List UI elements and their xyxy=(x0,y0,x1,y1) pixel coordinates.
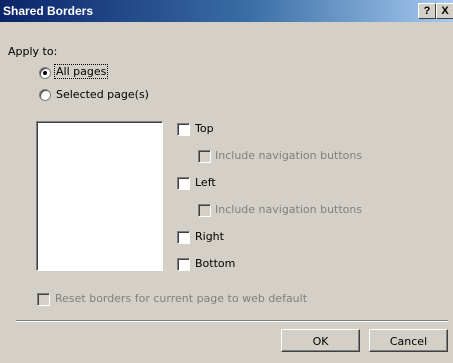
all-pages-text: All pages xyxy=(56,65,107,78)
title-bar[interactable]: Shared Borders ? X xyxy=(0,0,453,22)
reset-borders-checkbox[interactable] xyxy=(37,293,50,306)
border-preview xyxy=(36,121,163,271)
radio-selected-dot xyxy=(43,71,47,75)
top-label[interactable]: Top xyxy=(195,122,214,135)
ok-button[interactable]: OK xyxy=(281,329,360,352)
help-button[interactable]: ? xyxy=(418,3,436,19)
dialog-body: Apply to: All pages Selected page(s) Top… xyxy=(0,22,453,363)
top-nav-label[interactable]: Include navigation buttons xyxy=(215,149,362,162)
bottom-checkbox[interactable] xyxy=(177,258,190,271)
selected-pages-label[interactable]: Selected page(s) xyxy=(56,88,149,101)
all-pages-label[interactable]: All pages xyxy=(53,64,109,79)
right-label[interactable]: Right xyxy=(195,230,224,243)
left-nav-label[interactable]: Include navigation buttons xyxy=(215,203,362,216)
separator xyxy=(16,320,448,322)
window-title: Shared Borders xyxy=(3,4,94,18)
reset-borders-label[interactable]: Reset borders for current page to web de… xyxy=(55,292,307,305)
close-button[interactable]: X xyxy=(436,3,453,19)
cancel-button[interactable]: Cancel xyxy=(369,329,448,352)
left-checkbox[interactable] xyxy=(177,177,190,190)
apply-to-label: Apply to: xyxy=(8,45,58,58)
selected-pages-radio[interactable] xyxy=(39,89,51,101)
top-checkbox[interactable] xyxy=(177,123,190,136)
top-nav-checkbox[interactable] xyxy=(198,150,211,163)
left-label[interactable]: Left xyxy=(195,176,216,189)
left-nav-checkbox[interactable] xyxy=(198,204,211,217)
bottom-label[interactable]: Bottom xyxy=(195,257,235,270)
all-pages-radio[interactable] xyxy=(39,67,51,79)
right-checkbox[interactable] xyxy=(177,231,190,244)
